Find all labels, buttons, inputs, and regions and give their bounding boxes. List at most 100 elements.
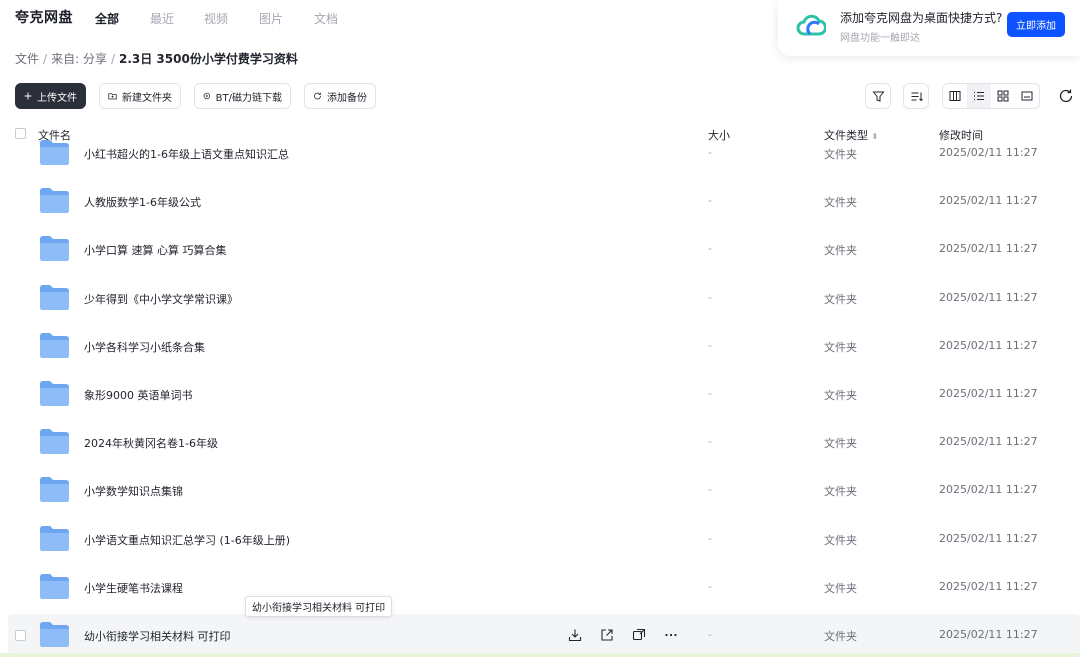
file-name[interactable]: 人教版数学1-6年级公式 [84, 194, 201, 210]
file-modified: 2025/02/11 11:27 [939, 628, 1038, 641]
share-icon[interactable] [598, 626, 616, 644]
file-size: - [708, 387, 712, 400]
tab-video[interactable]: 视频 [204, 10, 228, 27]
table-row[interactable]: 少年得到《中小学文学常识课》 - 文件夹 2025/02/11 11:27 [8, 277, 1080, 323]
brand-logo[interactable]: 夸克网盘 [15, 7, 73, 27]
promo-subtitle: 网盘功能一触即达 [840, 33, 920, 44]
file-modified: 2025/02/11 11:27 [939, 387, 1038, 400]
tab-image[interactable]: 图片 [259, 10, 283, 27]
file-name[interactable]: 小学数学知识点集锦 [84, 483, 183, 499]
columns-icon [949, 91, 961, 101]
add-shortcut-button[interactable]: 立即添加 [1007, 12, 1065, 37]
table-row[interactable]: 小学数学知识点集锦 - 文件夹 2025/02/11 11:27 [8, 469, 1080, 515]
folder-icon [40, 477, 69, 503]
add-backup-label: 添加备份 [327, 92, 367, 104]
file-type: 文件夹 [824, 630, 857, 643]
file-size: - [708, 435, 712, 449]
file-name[interactable]: 象形9000 英语单词书 [84, 387, 193, 403]
folder-icon [40, 525, 69, 551]
bt-download-button[interactable]: BT/磁力链下载 [194, 83, 291, 109]
file-name[interactable]: 小红书超火的1-6年级上语文重点知识汇总 [84, 146, 289, 162]
table-row[interactable]: 2024年秋黄冈名卷1-6年级 - 文件夹 2025/02/11 11:27 [8, 421, 1080, 467]
table-row[interactable]: 象形9000 英语单词书 - 文件夹 2025/02/11 11:27 [8, 373, 1080, 419]
bottom-strip [0, 653, 1080, 657]
file-name[interactable]: 小学各科学习小纸条合集 [84, 339, 205, 355]
sort-icon [911, 92, 923, 101]
upload-label: 上传文件 [37, 92, 77, 104]
file-modified: 2025/02/11 11:27 [939, 242, 1038, 256]
file-type: 文件夹 [824, 292, 857, 306]
folder-icon [40, 573, 69, 599]
new-folder-label: 新建文件夹 [122, 92, 172, 104]
folder-icon [40, 236, 69, 262]
folder-add-icon [108, 93, 117, 100]
breadcrumb-from: 来自: [51, 52, 80, 66]
file-type: 文件夹 [824, 196, 857, 210]
plus-icon [24, 92, 32, 100]
table-row[interactable]: 小学语文重点知识汇总学习 (1-6年级上册) - 文件夹 2025/02/11 11:… [8, 518, 1080, 564]
filename-tooltip: 幼小衔接学习相关材料 可打印 [245, 596, 393, 617]
file-name[interactable]: 2024年秋黄冈名卷1-6年级 [84, 435, 218, 451]
preview-icon [1021, 91, 1033, 101]
file-size: - [708, 338, 712, 352]
table-row[interactable]: 小学各科学习小纸条合集 - 文件夹 2025/02/11 11:27 [8, 325, 1080, 371]
folder-icon [40, 622, 69, 647]
table-row[interactable]: 小学口算 速算 心算 巧算合集 - 文件夹 2025/02/11 11:27 [8, 228, 1080, 274]
file-size: - [708, 146, 712, 159]
folder-icon [40, 381, 69, 406]
folder-icon [40, 332, 69, 358]
download-icon[interactable] [566, 626, 584, 644]
row-actions [566, 626, 680, 644]
tab-all[interactable]: 全部 [95, 10, 119, 27]
more-icon[interactable] [662, 626, 680, 644]
tab-document[interactable]: 文档 [314, 10, 338, 27]
file-type: 文件夹 [824, 533, 857, 547]
file-size: - [708, 290, 712, 304]
folder-icon [40, 429, 69, 455]
file-type: 文件夹 [824, 244, 857, 258]
save-to-drive-icon[interactable] [630, 626, 648, 644]
filter-button[interactable] [865, 83, 891, 109]
list-icon [974, 91, 984, 101]
grid-icon [997, 90, 1009, 102]
filter-icon [871, 91, 885, 102]
file-modified: 2025/02/11 11:27 [939, 531, 1038, 545]
file-name[interactable]: 幼小衔接学习相关材料 可打印 [84, 628, 231, 644]
file-type: 文件夹 [824, 437, 857, 451]
file-size: - [708, 579, 712, 593]
tab-recent[interactable]: 最近 [150, 10, 174, 27]
file-name[interactable]: 小学语文重点知识汇总学习 (1-6年级上册) [84, 532, 290, 548]
table-row[interactable]: 人教版数学1-6年级公式 - 文件夹 2025/02/11 11:27 [8, 180, 1080, 226]
view-list-button[interactable] [967, 84, 991, 108]
file-size: - [708, 531, 712, 545]
sync-icon [314, 92, 321, 100]
row-checkbox[interactable] [15, 630, 26, 641]
file-name[interactable]: 少年得到《中小学文学常识课》 [84, 291, 238, 307]
add-backup-button[interactable]: 添加备份 [304, 83, 376, 109]
view-grid-button[interactable] [991, 84, 1015, 108]
file-name[interactable]: 小学生硬笔书法课程 [84, 580, 183, 596]
view-preview-button[interactable] [1015, 84, 1039, 108]
table-row[interactable]: 小红书超火的1-6年级上语文重点知识汇总 - 文件夹 2025/02/11 11:27 [8, 132, 1080, 178]
sort-button[interactable] [903, 83, 929, 109]
refresh-icon[interactable] [1057, 87, 1075, 105]
file-name[interactable]: 小学口算 速算 心算 巧算合集 [84, 242, 227, 258]
table-row[interactable]: 幼小衔接学习相关材料 可打印 - 文件夹 2025/02/11 11:27 [8, 614, 1080, 654]
file-modified: 2025/02/11 11:27 [939, 579, 1038, 593]
upload-button[interactable]: 上传文件 [15, 83, 86, 109]
file-type: 文件夹 [824, 389, 857, 402]
file-modified: 2025/02/11 11:27 [939, 483, 1038, 497]
new-folder-button[interactable]: 新建文件夹 [99, 83, 181, 109]
breadcrumb-share[interactable]: 分享 [83, 52, 107, 66]
magnet-icon [203, 92, 211, 100]
breadcrumb-root[interactable]: 文件 [15, 52, 39, 66]
file-type: 文件夹 [824, 148, 857, 161]
file-size: - [708, 483, 712, 497]
file-modified: 2025/02/11 11:27 [939, 435, 1038, 449]
file-type: 文件夹 [824, 581, 857, 595]
file-modified: 2025/02/11 11:27 [939, 338, 1038, 352]
view-column-button[interactable] [943, 84, 967, 108]
table-row[interactable]: 小学生硬笔书法课程 - 文件夹 2025/02/11 11:27 [8, 566, 1080, 612]
folder-icon [40, 140, 69, 165]
file-modified: 2025/02/11 11:27 [939, 146, 1038, 159]
